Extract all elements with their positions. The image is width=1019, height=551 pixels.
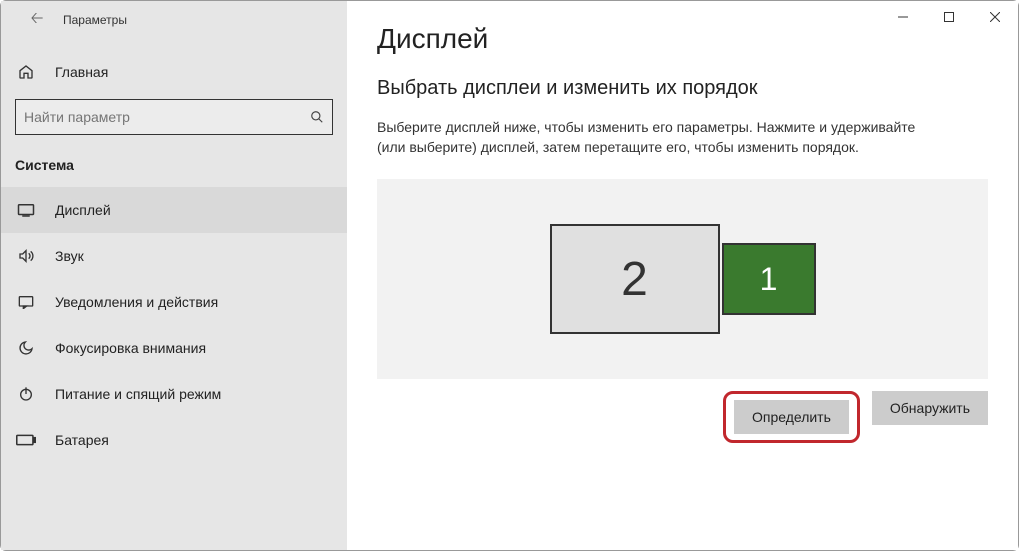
arrow-left-icon: 🡠: [31, 7, 44, 34]
window-controls: [880, 1, 1018, 33]
button-row: Определить Обнаружить: [377, 391, 988, 443]
minimize-button[interactable]: [880, 1, 926, 33]
titlebar-left: 🡠 Параметры: [1, 1, 347, 39]
sidebar-item-label: Звук: [55, 248, 84, 264]
sidebar-item-label: Фокусировка внимания: [55, 340, 206, 356]
sidebar-item-label: Уведомления и действия: [55, 294, 218, 310]
sidebar-item-label: Питание и спящий режим: [55, 386, 221, 402]
power-icon: [15, 386, 37, 402]
monitor-1[interactable]: 1: [722, 243, 816, 315]
sidebar-item-notifications[interactable]: Уведомления и действия: [1, 279, 347, 325]
section-description: Выберите дисплей ниже, чтобы изменить ег…: [377, 118, 937, 157]
home-icon: [15, 64, 37, 80]
back-button[interactable]: 🡠: [21, 4, 53, 36]
sidebar-item-sound[interactable]: Звук: [1, 233, 347, 279]
moon-icon: [15, 340, 37, 356]
detect-button[interactable]: Обнаружить: [872, 391, 988, 425]
sidebar-item-display[interactable]: Дисплей: [1, 187, 347, 233]
search-input[interactable]: [24, 109, 310, 125]
section-title: Выбрать дисплеи и изменить их порядок: [377, 77, 988, 100]
nav-home-label: Главная: [55, 64, 108, 80]
notifications-icon: [15, 295, 37, 309]
maximize-button[interactable]: [926, 1, 972, 33]
monitor-label: 2: [621, 252, 648, 307]
highlight-annotation: Определить: [723, 391, 860, 443]
search-icon: [310, 110, 324, 124]
monitor-label: 1: [760, 261, 778, 298]
identify-button[interactable]: Определить: [734, 400, 849, 434]
sidebar-item-power[interactable]: Питание и спящий режим: [1, 371, 347, 417]
battery-icon: [15, 434, 37, 446]
display-icon: [15, 203, 37, 217]
sidebar-item-focus[interactable]: Фокусировка внимания: [1, 325, 347, 371]
monitor-2[interactable]: 2: [550, 224, 720, 334]
close-button[interactable]: [972, 1, 1018, 33]
nav-home[interactable]: Главная: [1, 49, 347, 95]
sound-icon: [15, 248, 37, 264]
sidebar: 🡠 Параметры Главная Система Дисплей: [1, 1, 347, 550]
sidebar-item-battery[interactable]: Батарея: [1, 417, 347, 463]
search-box[interactable]: [15, 99, 333, 135]
sidebar-item-label: Дисплей: [55, 202, 111, 218]
main-panel: Дисплей Выбрать дисплеи и изменить их по…: [347, 1, 1018, 550]
sidebar-item-label: Батарея: [55, 432, 109, 448]
display-arrangement-area[interactable]: 2 1: [377, 179, 988, 379]
app-title: Параметры: [63, 13, 127, 27]
category-label: Система: [1, 149, 347, 187]
